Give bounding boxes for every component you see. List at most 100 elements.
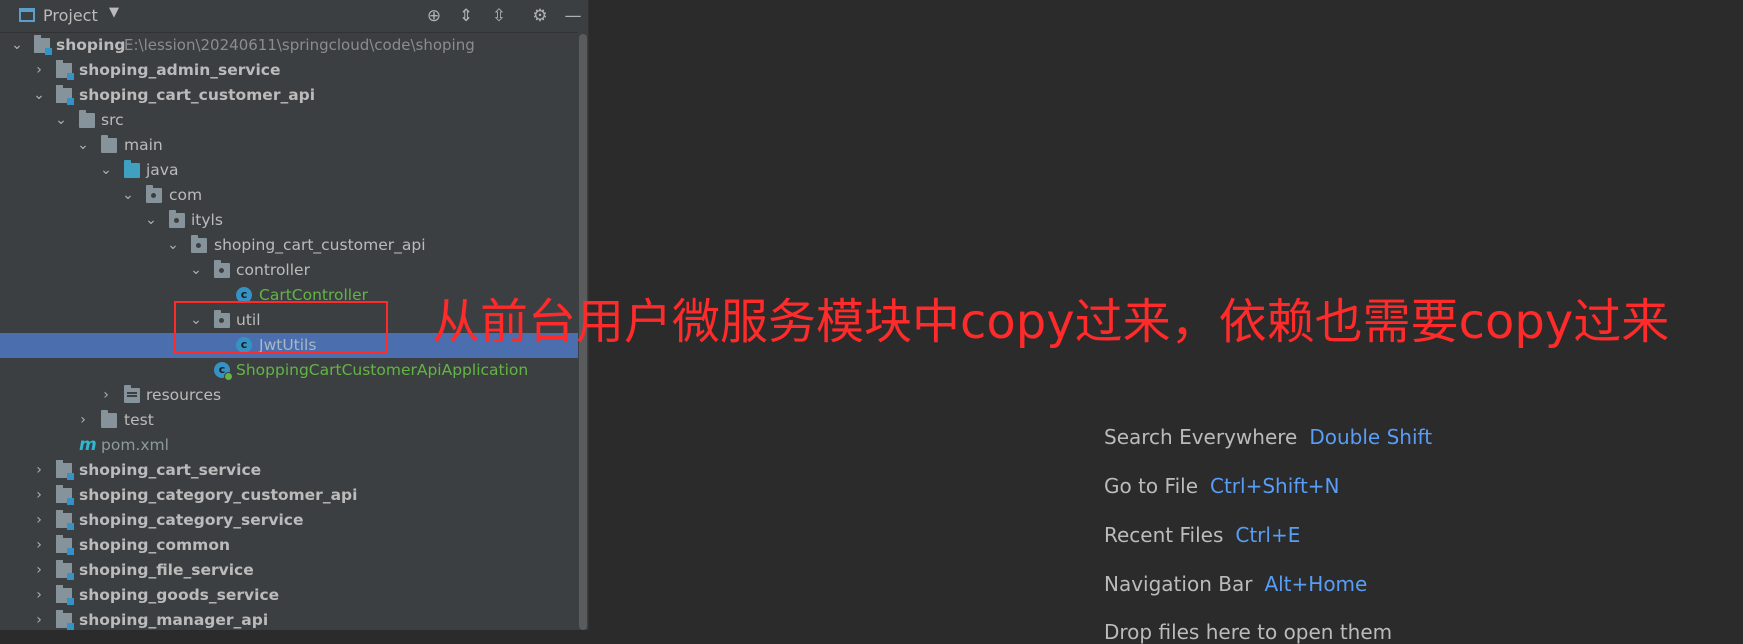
tree-item-label: shoping_cart_customer_api bbox=[79, 86, 316, 104]
chevron-down-icon[interactable]: ⌄ bbox=[10, 33, 24, 58]
tree-item-src[interactable]: ⌄ src bbox=[0, 108, 578, 133]
minimize-icon[interactable]: — bbox=[563, 6, 583, 26]
chevron-right-icon[interactable]: › bbox=[32, 458, 46, 483]
expand-all-icon[interactable]: ⇕ bbox=[456, 6, 476, 26]
tree-item-label: src bbox=[101, 111, 124, 129]
dropdown-icon[interactable]: ▼ bbox=[109, 5, 119, 20]
chevron-down-icon[interactable]: ⌄ bbox=[99, 158, 113, 183]
module-folder-icon bbox=[56, 510, 74, 530]
tree-item-main[interactable]: ⌄ main bbox=[0, 133, 578, 158]
module-folder-icon bbox=[34, 35, 52, 55]
hint-drop-files: Drop files here to open them bbox=[1104, 620, 1392, 644]
tree-item-shoping-category-service[interactable]: › shoping_category_service bbox=[0, 508, 578, 533]
tree-item-label: java bbox=[146, 161, 179, 179]
hint-shortcut[interactable]: Double Shift bbox=[1309, 425, 1432, 449]
tree-item-label: ityls bbox=[191, 211, 223, 229]
gear-icon[interactable]: ⚙ bbox=[530, 6, 550, 26]
chevron-down-icon[interactable]: ⌄ bbox=[144, 208, 158, 233]
chevron-right-icon[interactable]: › bbox=[32, 508, 46, 533]
tree-item-ityls[interactable]: ⌄ ityls bbox=[0, 208, 578, 233]
chevron-down-icon[interactable]: ⌄ bbox=[32, 83, 46, 108]
hint-recent-files: Recent Files Ctrl+E bbox=[1104, 523, 1300, 547]
package-icon bbox=[146, 185, 162, 203]
chevron-right-icon[interactable]: › bbox=[99, 383, 113, 408]
tree-item-label: shoping_category_customer_api bbox=[79, 486, 358, 504]
module-folder-icon bbox=[56, 610, 74, 630]
folder-icon bbox=[101, 410, 117, 428]
package-icon bbox=[191, 235, 207, 253]
tree-item-test[interactable]: › test bbox=[0, 408, 578, 433]
chevron-right-icon[interactable]: › bbox=[32, 608, 46, 630]
tree-item-shoping-cart-customer-api[interactable]: ⌄ shoping_cart_customer_api bbox=[0, 83, 578, 108]
hint-label: Recent Files bbox=[1104, 523, 1224, 547]
tree-item-label: shoping_manager_api bbox=[79, 611, 269, 629]
chevron-down-icon[interactable]: ⌄ bbox=[166, 233, 180, 258]
tree-item-shoping-manager-api[interactable]: › shoping_manager_api bbox=[0, 608, 578, 630]
tree-item-label: ShoppingCartCustomerApiApplication bbox=[236, 361, 529, 379]
tree-item-com[interactable]: ⌄ com bbox=[0, 183, 578, 208]
hint-shortcut[interactable]: Ctrl+Shift+N bbox=[1210, 474, 1340, 498]
chevron-right-icon[interactable]: › bbox=[32, 483, 46, 508]
chevron-right-icon[interactable]: › bbox=[32, 558, 46, 583]
tree-root-shoping[interactable]: ⌄ shoping E:\lession\20240611\springclou… bbox=[0, 33, 578, 58]
tree-item-pom-xml[interactable]: m pom.xml bbox=[0, 433, 578, 458]
tree-item-label: test bbox=[124, 411, 154, 429]
collapse-all-icon[interactable]: ⇳ bbox=[489, 6, 509, 26]
tree-item-java[interactable]: ⌄ java bbox=[0, 158, 578, 183]
chevron-right-icon[interactable]: › bbox=[32, 583, 46, 608]
tree-item-resources[interactable]: › resources bbox=[0, 383, 578, 408]
tree-item-package-shoping-cart-customer-api[interactable]: ⌄ shoping_cart_customer_api bbox=[0, 233, 578, 258]
chevron-right-icon[interactable]: › bbox=[76, 408, 90, 433]
hint-search-everywhere: Search Everywhere Double Shift bbox=[1104, 425, 1432, 449]
module-folder-icon bbox=[56, 585, 74, 605]
hint-label: Drop files here to open them bbox=[1104, 620, 1393, 644]
tree-item-shoping-goods-service[interactable]: › shoping_goods_service bbox=[0, 583, 578, 608]
locate-icon[interactable]: ⊕ bbox=[424, 6, 444, 26]
tree-item-shoping-cart-service[interactable]: › shoping_cart_service bbox=[0, 458, 578, 483]
folder-icon bbox=[79, 110, 95, 128]
tree-item-label: shoping_admin_service bbox=[79, 61, 281, 79]
chevron-down-icon[interactable]: ⌄ bbox=[76, 133, 90, 158]
hint-label: Navigation Bar bbox=[1104, 572, 1253, 596]
tree-item-label: shoping_file_service bbox=[79, 561, 254, 579]
tree-item-label: main bbox=[124, 136, 163, 154]
module-folder-icon bbox=[56, 85, 74, 105]
tree-item-label: shoping_category_service bbox=[79, 511, 304, 529]
module-folder-icon bbox=[56, 560, 74, 580]
hint-go-to-file: Go to File Ctrl+Shift+N bbox=[1104, 474, 1340, 498]
chevron-down-icon[interactable]: ⌄ bbox=[189, 258, 203, 283]
source-folder-icon bbox=[124, 160, 140, 178]
tree-item-label: shoping bbox=[56, 36, 126, 54]
tree-item-label: shoping_common bbox=[79, 536, 231, 554]
chevron-right-icon[interactable]: › bbox=[32, 58, 46, 83]
tree-item-shoping-common[interactable]: › shoping_common bbox=[0, 533, 578, 558]
package-icon bbox=[214, 260, 230, 278]
resources-folder-icon bbox=[124, 385, 140, 403]
hint-label: Search Everywhere bbox=[1104, 425, 1298, 449]
chevron-down-icon[interactable]: ⌄ bbox=[54, 108, 68, 133]
hint-label: Go to File bbox=[1104, 474, 1198, 498]
chevron-right-icon[interactable]: › bbox=[32, 533, 46, 558]
project-toolbar: Project ▼ ⊕ ⇕ ⇳ ⚙ — bbox=[0, 0, 588, 33]
hint-navigation-bar: Navigation Bar Alt+Home bbox=[1104, 572, 1367, 596]
tree-item-label: shoping_cart_customer_api bbox=[214, 236, 426, 254]
module-folder-icon bbox=[56, 485, 74, 505]
tree-item-controller[interactable]: ⌄ controller bbox=[0, 258, 578, 283]
module-folder-icon bbox=[56, 460, 74, 480]
project-title[interactable]: Project bbox=[43, 6, 98, 25]
annotation-highlight-box bbox=[174, 301, 388, 354]
tree-item-label: pom.xml bbox=[101, 436, 169, 454]
tree-item-shoping-category-customer-api[interactable]: › shoping_category_customer_api bbox=[0, 483, 578, 508]
tree-item-label: resources bbox=[146, 386, 222, 404]
annotation-text: 从前台用户微服务模块中copy过来，依赖也需要copy过来 bbox=[432, 294, 1670, 350]
module-folder-icon bbox=[56, 535, 74, 555]
maven-icon: m bbox=[79, 435, 97, 455]
tree-item-label: controller bbox=[236, 261, 310, 279]
tree-item-shoping-file-service[interactable]: › shoping_file_service bbox=[0, 558, 578, 583]
hint-shortcut[interactable]: Alt+Home bbox=[1264, 572, 1367, 596]
chevron-down-icon[interactable]: ⌄ bbox=[121, 183, 135, 208]
hint-shortcut[interactable]: Ctrl+E bbox=[1235, 523, 1300, 547]
tree-item-shoppingcartcustomerapiapplication[interactable]: c ShoppingCartCustomerApiApplication bbox=[0, 358, 578, 383]
tree-item-shoping-admin-service[interactable]: › shoping_admin_service bbox=[0, 58, 578, 83]
project-window-icon bbox=[19, 8, 35, 22]
